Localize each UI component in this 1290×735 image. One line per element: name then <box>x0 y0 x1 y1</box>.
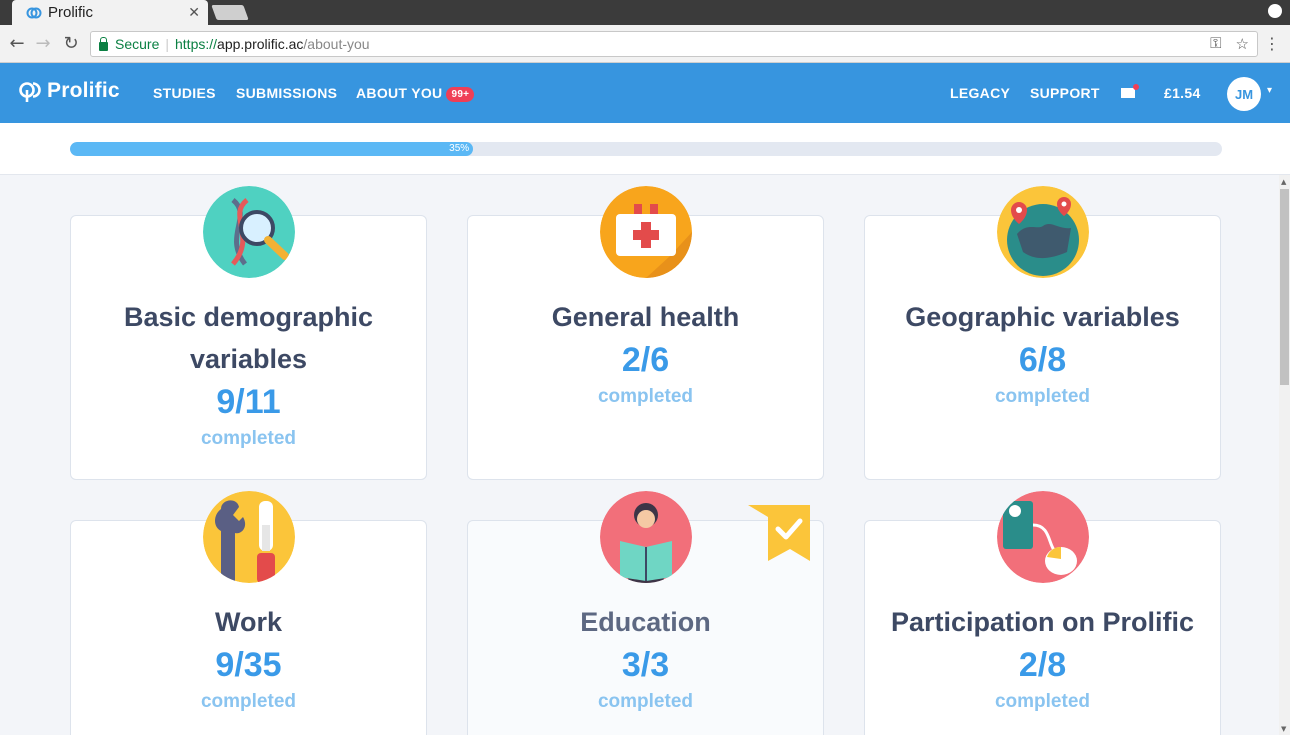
category-card-work[interactable]: Work 9/35 completed <box>70 491 427 735</box>
nav-about-you-label: ABOUT YOU <box>356 85 443 101</box>
browser-tab-strip: Prolific ✕ <box>0 0 1290 25</box>
category-card-basic-demographic[interactable]: Basic demographic variables 9/11 complet… <box>70 186 427 480</box>
category-card-geographic[interactable]: Geographic variables 6/8 completed <box>864 186 1221 480</box>
card-content: Work 9/35 completed <box>81 601 416 717</box>
nav-submissions[interactable]: SUBMISSIONS <box>236 85 337 101</box>
browser-menu-icon[interactable]: ⋮ <box>1264 34 1280 53</box>
secure-label: Secure <box>115 36 160 52</box>
app-header: Prolific STUDIES SUBMISSIONS ABOUT YOU 99… <box>0 63 1290 123</box>
prolific-favicon-icon <box>26 7 42 18</box>
globe-pins-icon <box>996 186 1089 278</box>
forward-arrow-icon[interactable]: → <box>32 33 54 54</box>
category-card-general-health[interactable]: General health 2/6 completed <box>467 186 824 480</box>
completed-ribbon-icon <box>748 505 810 561</box>
card-completed-label: completed <box>994 386 1091 407</box>
dna-magnifier-icon <box>202 186 295 278</box>
nav-legacy[interactable]: LEGACY <box>950 85 1010 101</box>
avatar[interactable]: JM <box>1227 77 1261 111</box>
nav-support[interactable]: SUPPORT <box>1030 85 1100 101</box>
url-host: app.prolific.ac <box>217 36 304 52</box>
account-balance[interactable]: £1.54 <box>1164 85 1201 101</box>
student-reading-icon <box>599 491 692 583</box>
brand-logo[interactable]: Prolific <box>18 79 120 103</box>
tab-close-icon[interactable]: ✕ <box>188 5 200 21</box>
nav-studies[interactable]: STUDIES <box>153 85 216 101</box>
card-title: Geographic variables <box>905 302 1180 332</box>
card-title: Basic demographic variables <box>123 302 374 374</box>
prolific-logo-icon <box>19 82 41 102</box>
card-completed-label: completed <box>597 691 694 712</box>
key-icon[interactable]: ⚿ <box>1210 35 1221 53</box>
page-scrollbar[interactable]: ▲ ▼ <box>1279 175 1290 735</box>
card-count: 2/8 <box>1018 646 1067 684</box>
browser-tab[interactable]: Prolific ✕ <box>12 0 208 25</box>
computer-mouse-icon <box>996 491 1089 583</box>
card-completed-label: completed <box>200 428 297 449</box>
browser-profile-icon[interactable] <box>1268 4 1282 18</box>
card-count: 9/11 <box>216 383 281 421</box>
card-count: 6/8 <box>1018 341 1067 379</box>
address-separator: | <box>165 36 169 52</box>
card-title: Participation on Prolific <box>890 607 1195 637</box>
card-count: 2/6 <box>621 341 670 379</box>
card-completed-label: completed <box>597 386 694 407</box>
card-content: General health 2/6 completed <box>478 296 813 412</box>
progress-label: 35% <box>449 143 470 154</box>
url-path: /about-you <box>303 36 370 52</box>
card-content: Education 3/3 completed <box>478 601 813 717</box>
scroll-down-arrow-icon[interactable]: ▼ <box>1281 725 1286 733</box>
card-content: Basic demographic variables 9/11 complet… <box>81 296 416 454</box>
tools-icon <box>202 491 295 583</box>
url-scheme: https:// <box>175 36 218 52</box>
nav-about-you[interactable]: ABOUT YOU 99+ <box>356 85 475 103</box>
card-content: Geographic variables 6/8 completed <box>875 296 1210 412</box>
card-title: Work <box>214 607 282 637</box>
card-title: General health <box>551 302 740 332</box>
browser-toolbar: ← → ↻ Secure | https:// app.prolific.ac … <box>0 25 1290 63</box>
card-completed-label: completed <box>994 691 1091 712</box>
category-card-education[interactable]: Education 3/3 completed <box>467 491 824 735</box>
lock-icon <box>99 36 108 51</box>
address-bar[interactable]: Secure | https:// app.prolific.ac /about… <box>90 31 1258 57</box>
progress-bar: 35% <box>70 142 1222 156</box>
card-completed-label: completed <box>200 691 297 712</box>
notification-badge: 99+ <box>446 87 475 102</box>
new-tab-button[interactable] <box>211 5 249 20</box>
brand-name: Prolific <box>47 79 120 102</box>
mail-icon[interactable] <box>1121 84 1139 98</box>
card-count: 3/3 <box>621 646 670 684</box>
category-card-participation[interactable]: Participation on Prolific 2/8 completed <box>864 491 1221 735</box>
reload-icon[interactable]: ↻ <box>60 33 82 54</box>
scroll-up-arrow-icon[interactable]: ▲ <box>1281 178 1286 186</box>
tab-title: Prolific <box>48 4 94 21</box>
bookmark-star-icon[interactable]: ☆ <box>1236 35 1249 53</box>
card-count: 9/35 <box>215 646 282 684</box>
progress-fill: 35% <box>70 142 474 156</box>
profile-progress-section: 35% <box>0 123 1290 175</box>
chevron-down-icon[interactable]: ▾ <box>1267 85 1272 96</box>
scrollbar-thumb[interactable] <box>1280 189 1289 385</box>
card-content: Participation on Prolific 2/8 completed <box>875 601 1210 717</box>
card-title: Education <box>580 607 711 637</box>
first-aid-kit-icon <box>599 186 692 278</box>
back-arrow-icon[interactable]: ← <box>6 33 28 54</box>
